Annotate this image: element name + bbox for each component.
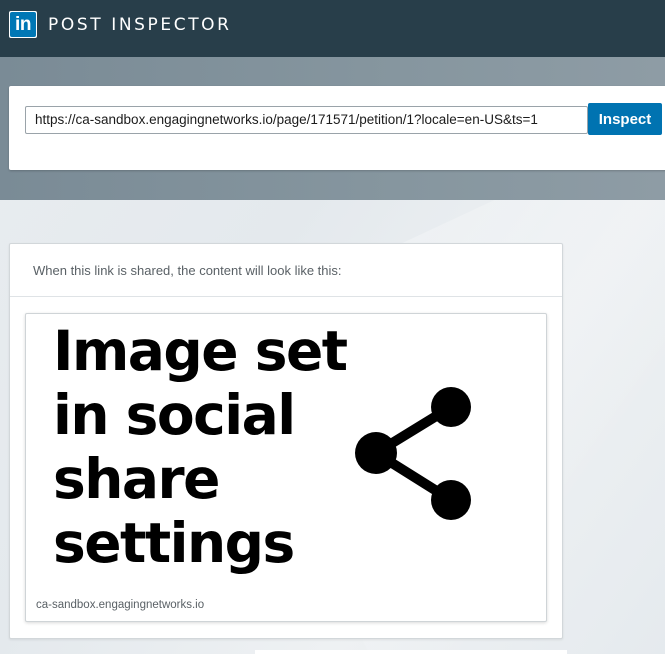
share-preview[interactable]: Image set in social share settings ca-sa… bbox=[25, 313, 547, 622]
linkedin-logo[interactable]: in bbox=[9, 11, 37, 38]
app-title: POST INSPECTOR bbox=[48, 14, 232, 35]
preview-header-text: When this link is shared, the content wi… bbox=[33, 262, 342, 278]
share-image[interactable]: Image set in social share settings bbox=[26, 314, 546, 594]
share-image-text: Image set in social share settings bbox=[53, 319, 348, 575]
preview-card: When this link is shared, the content wi… bbox=[9, 243, 563, 639]
inspect-card: Inspect bbox=[9, 86, 665, 170]
inspect-button[interactable]: Inspect bbox=[588, 103, 662, 135]
url-input[interactable] bbox=[25, 106, 588, 134]
top-bar: in POST INSPECTOR bbox=[0, 0, 665, 57]
share-domain[interactable]: ca-sandbox.engagingnetworks.io bbox=[36, 599, 204, 611]
inspect-band: Inspect bbox=[0, 57, 665, 200]
share-icon bbox=[355, 387, 471, 520]
page: in POST INSPECTOR Inspect When this link… bbox=[0, 0, 665, 654]
next-card-edge bbox=[255, 650, 567, 654]
preview-header: When this link is shared, the content wi… bbox=[10, 244, 562, 297]
linkedin-logo-text: in bbox=[10, 12, 36, 37]
